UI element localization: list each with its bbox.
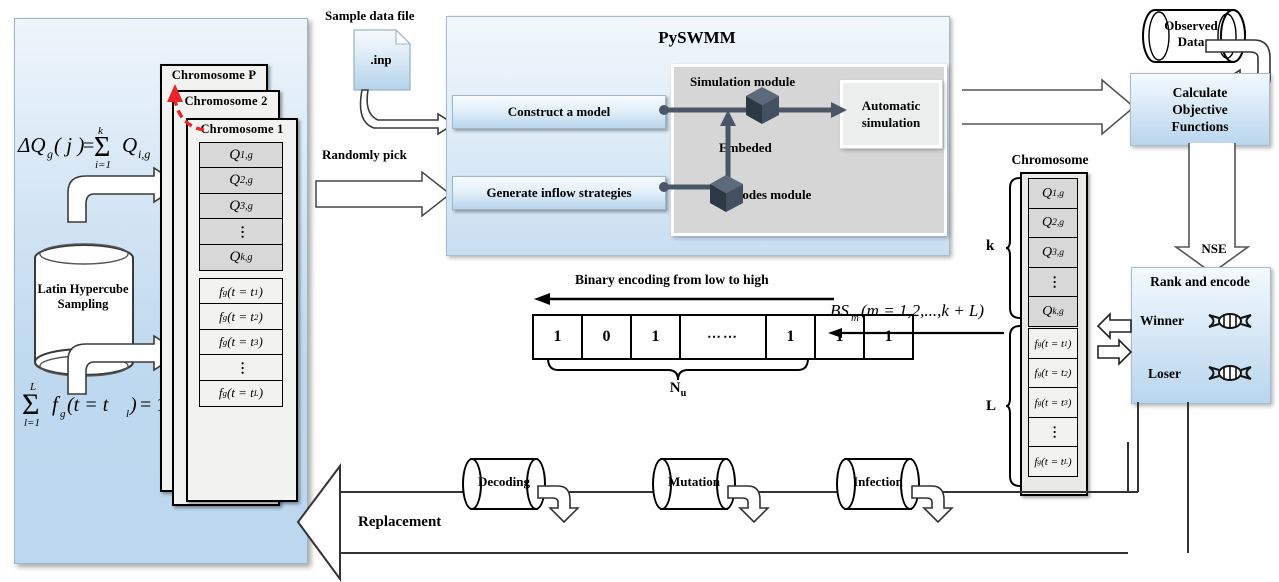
gene-cell-ellipsis: ··· — [1028, 266, 1078, 298]
nu-label: Nu — [669, 380, 687, 399]
gene-cell: Q 2,g — [1028, 207, 1078, 239]
binary-encoding-heading: Binary encoding from low to high — [575, 272, 769, 287]
svg-text:l=1: l=1 — [24, 417, 40, 429]
gene-cell-ellipsis: ··· — [1028, 416, 1078, 448]
mutation-token[interactable]: Mutation — [652, 458, 736, 510]
gene-cell: Q 3,g — [199, 192, 283, 220]
chromosome-right-column[interactable]: Q 1,g Q 2,g Q 3,g ··· Qk,g f g (t = t 1) f g (t … — [1020, 172, 1088, 496]
gene-cell-ellipsis: ··· — [199, 218, 283, 246]
sampling-label: Latin Hypercube Sampling — [37, 282, 129, 311]
chromosome-1-q-genes: Q 1,g Q 2,g Q 3,g ··· Qk,g — [199, 142, 283, 271]
svg-text:l: l — [126, 408, 129, 420]
gene-cell: f g (t = t 1) — [199, 278, 283, 305]
automatic-simulation-label: Automatic simulation — [861, 98, 921, 130]
replacement-label: Replacement — [358, 514, 442, 530]
winner-label: Winner — [1140, 313, 1185, 328]
formula-delta-q: ΔQ g ( j ) = k Σ i=1 Q i,g — [17, 122, 164, 171]
gene-cell: Q 2,g — [199, 167, 283, 195]
exchange-double-arrow-icon — [1096, 312, 1133, 366]
chromosome-1-f-genes: f g (t = t 1) f g (t = t 2) f g (t = t 3) ··· f g(… — [199, 278, 283, 407]
randomly-pick-label: Randomly pick — [322, 147, 407, 162]
binary-direction-arrow — [534, 293, 834, 305]
svg-text:): ) — [129, 394, 137, 416]
calculate-objective-box: Calculate Objective Functions — [1130, 73, 1270, 146]
infection-label: Infection — [853, 474, 903, 489]
gene-cell: Qk,g — [199, 243, 283, 271]
svg-text:i,g: i,g — [138, 147, 150, 161]
gene-cell: f g (t = t 3) — [1028, 387, 1078, 419]
gene-cell: f g (t = t 3) — [199, 328, 283, 356]
binary-bit-cell: 0 — [581, 314, 632, 360]
gene-cell: Q 3,g — [1028, 237, 1078, 269]
svg-text:(m = 1,2,...,k + L): (m = 1,2,...,k + L) — [861, 301, 984, 320]
pyswmm-title: PySWMM — [658, 28, 736, 47]
generate-inflow-button[interactable]: Generate inflow strategies — [452, 176, 666, 210]
nodes-cube-icon — [710, 175, 743, 212]
l-label: L — [986, 398, 997, 414]
loser-label: Loser — [1148, 366, 1181, 381]
pyswmm-to-objective-arrow — [962, 78, 1136, 136]
decoding-label: Decoding — [478, 474, 530, 489]
mutation-label: Mutation — [668, 474, 720, 489]
k-label: k — [986, 238, 995, 254]
inp-to-model-arrow — [359, 89, 456, 136]
gene-cell: Q 1,g — [199, 142, 283, 169]
gene-cell: f g (t = t 2) — [1028, 357, 1078, 389]
gene-cell: f g (t = t 2) — [199, 303, 283, 331]
bs-to-bits-arrow — [828, 328, 1004, 338]
dna-icon — [1208, 313, 1252, 329]
gene-cell: Q 1,g — [1028, 178, 1078, 209]
chromosome-right-title: Chromosome — [1011, 152, 1089, 167]
gene-cell-ellipsis: ··· — [199, 354, 283, 382]
dna-icon — [1208, 365, 1252, 381]
binary-bit-cell: 1 — [765, 314, 816, 360]
chromosome-card-1[interactable]: Chromosome 1 Q 1,g Q 2,g Q 3,g ··· Qk,g f g(… — [186, 118, 298, 502]
k-brace — [1005, 177, 1021, 319]
nse-label: NSE — [1201, 241, 1227, 256]
gene-cell: Qk,g — [1028, 296, 1078, 328]
svg-text:Q: Q — [122, 133, 137, 157]
decoding-token[interactable]: Decoding — [462, 458, 546, 510]
svg-text:BS: BS — [830, 301, 849, 320]
rank-encode-title: Rank and encode — [1150, 274, 1250, 289]
chromosome-right-q-genes: Q 1,g Q 2,g Q 3,g ··· Qk,g — [1028, 178, 1078, 328]
nu-brace — [547, 357, 809, 381]
svg-text:g: g — [60, 408, 66, 420]
simulation-cube-icon — [746, 87, 779, 124]
rank-to-replacement-line — [1000, 402, 1189, 553]
binary-bit-cell: 1 — [630, 314, 681, 360]
svg-text:( j ): ( j ) — [54, 133, 84, 157]
svg-text:g: g — [47, 147, 53, 161]
red-dashed-arrow — [167, 84, 205, 132]
binary-bit-cell: 1 — [532, 314, 583, 360]
gene-cell: f g (t = t 1) — [1028, 328, 1078, 359]
svg-text:(t = t: (t = t — [67, 394, 109, 416]
randomly-pick-arrow — [315, 170, 452, 218]
calculate-objective-label: Calculate Objective Functions — [1171, 85, 1229, 134]
svg-text:m: m — [851, 312, 859, 324]
automatic-simulation-box: Automatic simulation — [839, 79, 943, 149]
construct-model-button[interactable]: Construct a model — [452, 95, 666, 129]
sample-data-file-label: Sample data file — [325, 8, 415, 23]
binary-bit-cell: ⋯⋯ — [679, 314, 767, 360]
svg-text:=: = — [83, 135, 94, 157]
svg-text:ΔQ: ΔQ — [17, 133, 46, 157]
inp-file-label: .inp — [370, 52, 392, 67]
infection-token[interactable]: Infection — [836, 458, 920, 510]
gene-cell: f g (t = t L) — [199, 379, 283, 407]
